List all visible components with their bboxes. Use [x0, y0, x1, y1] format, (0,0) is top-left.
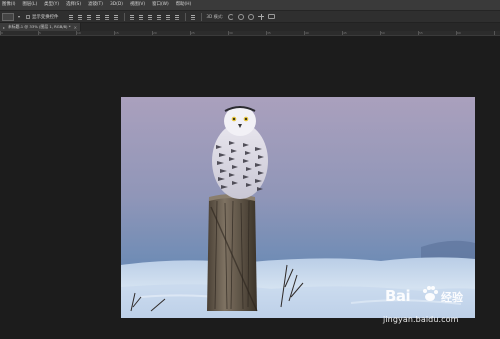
auto-align-icon[interactable]	[190, 14, 196, 20]
document-tab-bar: ▸ 未标题-1 @ 33% (图层 1, RGB/8) * ×	[0, 23, 500, 31]
ruler-tick-label: 30	[229, 31, 233, 35]
menu-type[interactable]: 类型(Y)	[44, 0, 59, 10]
watermark-logo-text: Bai	[385, 287, 411, 305]
ruler-tick-label: 40	[305, 31, 309, 35]
3d-scale-icon[interactable]	[268, 14, 276, 19]
ruler-tick-label: 10	[77, 31, 81, 35]
watermark-brand-text: 经验	[441, 291, 463, 304]
menu-image[interactable]: 图像(I)	[2, 0, 16, 10]
chevron-down-icon[interactable]: ▾	[18, 14, 20, 19]
paw-icon	[423, 286, 438, 301]
separator	[185, 12, 187, 21]
align-top-icon[interactable]	[68, 14, 74, 20]
3d-roll-icon[interactable]	[238, 13, 245, 20]
distribute-vcenter-icon[interactable]	[138, 14, 144, 20]
ruler-tick-label: 60	[457, 31, 461, 35]
align-bottom-icon[interactable]	[86, 14, 92, 20]
watermark-url: jingyan.baidu.com	[383, 315, 459, 324]
baidu-jingyan-watermark: Bai 经验 jingyan.baidu.com	[381, 286, 477, 327]
distribute-right-icon[interactable]	[174, 14, 180, 20]
ruler-tick-label: 25	[191, 31, 195, 35]
document-tab-label: 未标题-1 @ 33% (图层 1, RGB/8) *	[8, 24, 71, 29]
align-vcenter-icon[interactable]	[77, 14, 83, 20]
menu-layer[interactable]: 图层(L)	[23, 0, 38, 10]
distribute-bottom-icon[interactable]	[147, 14, 153, 20]
separator	[201, 12, 203, 21]
ruler-tick-label: 0	[1, 31, 3, 35]
close-icon[interactable]: ×	[74, 25, 77, 30]
ruler-tick-label: 50	[381, 31, 385, 35]
3d-mode-label: 3D 模式:	[206, 13, 224, 19]
distribute-hcenter-icon[interactable]	[165, 14, 171, 20]
options-bar: ▾ 显示变换控件 3D 模式:	[0, 10, 500, 23]
ruler-tick-label: 55	[419, 31, 423, 35]
3d-rotate-icon[interactable]	[228, 13, 235, 20]
ruler-tick-label: 15	[115, 31, 119, 35]
tool-preset-picker[interactable]	[2, 12, 14, 21]
menu-view[interactable]: 视图(V)	[130, 0, 145, 10]
show-transform-controls-label: 显示变换控件	[32, 14, 59, 20]
menu-help[interactable]: 帮助(H)	[176, 0, 192, 10]
menu-window[interactable]: 窗口(W)	[152, 0, 169, 10]
ruler-tick-label: 20	[153, 31, 157, 35]
menu-select[interactable]: 选择(S)	[66, 0, 81, 10]
distribute-left-icon[interactable]	[156, 14, 162, 20]
menubar: 图像(I) 图层(L) 类型(Y) 选择(S) 滤镜(T) 3D(D) 视图(V…	[0, 0, 500, 10]
align-hcenter-icon[interactable]	[104, 14, 110, 20]
menu-3d[interactable]: 3D(D)	[110, 0, 123, 10]
ruler-tick-label: 5	[39, 31, 41, 35]
align-right-icon[interactable]	[113, 14, 119, 20]
3d-slide-icon[interactable]	[258, 13, 265, 20]
ruler-tick-label: 35	[267, 31, 271, 35]
ruler-tick-label: 45	[343, 31, 347, 35]
separator	[124, 12, 126, 21]
distribute-top-icon[interactable]	[129, 14, 135, 20]
menu-filter[interactable]: 滤镜(T)	[88, 0, 103, 10]
tab-scroll-icon[interactable]: ▸	[3, 25, 5, 30]
3d-drag-icon[interactable]	[248, 13, 255, 20]
show-transform-controls-checkbox[interactable]	[26, 14, 31, 19]
align-left-icon[interactable]	[95, 14, 101, 20]
document-tab[interactable]: ▸ 未标题-1 @ 33% (图层 1, RGB/8) * ×	[0, 23, 81, 31]
